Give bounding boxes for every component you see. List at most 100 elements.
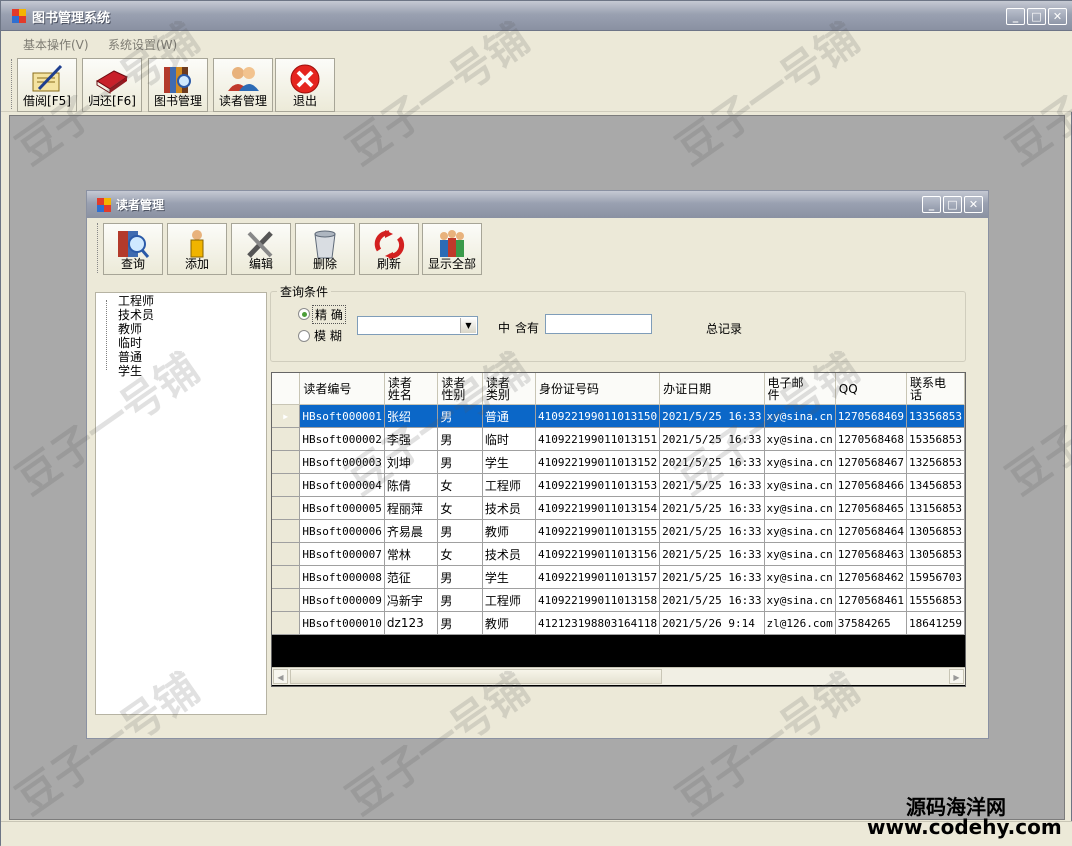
- table-cell[interactable]: 女: [437, 542, 483, 566]
- grid-column-header[interactable]: 联系电 话: [906, 373, 965, 405]
- edit-button[interactable]: 编辑: [231, 223, 291, 275]
- table-cell[interactable]: 410922199011013152: [535, 450, 661, 474]
- grid-column-header[interactable]: 读者 姓名: [384, 373, 439, 405]
- table-cell[interactable]: 13056853: [906, 519, 965, 543]
- table-row[interactable]: ▶ HBsoft000001 张绍男普通 410922199011013150 2021…: [272, 404, 965, 428]
- table-cell[interactable]: dz123: [384, 611, 439, 635]
- table-row[interactable]: HBsoft000007 常林女技术员 410922199011013156 2021…: [272, 542, 965, 566]
- row-header[interactable]: [272, 542, 301, 566]
- table-cell[interactable]: HBsoft000001: [299, 404, 385, 428]
- table-cell[interactable]: 410922199011013153: [535, 473, 661, 497]
- table-cell[interactable]: 18641259: [906, 611, 965, 635]
- table-cell[interactable]: 15956703: [906, 565, 965, 589]
- exact-radio[interactable]: [298, 308, 310, 320]
- table-cell[interactable]: 410922199011013158: [535, 588, 661, 612]
- table-cell[interactable]: 女: [437, 473, 483, 497]
- table-cell[interactable]: HBsoft000010: [299, 611, 385, 635]
- tree-item-regular[interactable]: 普通: [118, 350, 142, 364]
- table-cell[interactable]: 410922199011013154: [535, 496, 661, 520]
- row-header[interactable]: [272, 519, 301, 543]
- table-cell[interactable]: HBsoft000007: [299, 542, 385, 566]
- table-cell[interactable]: 2021/5/25 16:33: [659, 427, 765, 451]
- table-cell[interactable]: 410922199011013157: [535, 565, 661, 589]
- table-cell[interactable]: 冯新宇: [384, 588, 439, 612]
- table-cell[interactable]: 常林: [384, 542, 439, 566]
- table-cell[interactable]: 技术员: [482, 496, 536, 520]
- table-cell[interactable]: 2021/5/25 16:33: [659, 473, 765, 497]
- table-cell[interactable]: HBsoft000002: [299, 427, 385, 451]
- tree-item-technician[interactable]: 技术员: [118, 308, 154, 322]
- table-cell[interactable]: xy@sina.cn: [764, 519, 836, 543]
- table-cell[interactable]: xy@sina.cn: [764, 404, 836, 428]
- table-cell[interactable]: xy@sina.cn: [764, 427, 836, 451]
- table-cell[interactable]: 13156853: [906, 496, 965, 520]
- row-header[interactable]: [272, 473, 301, 497]
- reader-manage-button[interactable]: 读者管理: [213, 58, 273, 112]
- horizontal-scrollbar[interactable]: ◀ ▶: [272, 667, 965, 685]
- exact-radio-label[interactable]: 精 确: [312, 305, 346, 324]
- table-cell[interactable]: 男: [437, 427, 483, 451]
- table-cell[interactable]: 工程师: [482, 473, 536, 497]
- table-cell[interactable]: 范征: [384, 565, 439, 589]
- table-cell[interactable]: 学生: [482, 450, 536, 474]
- table-cell[interactable]: 程丽萍: [384, 496, 439, 520]
- show-all-button[interactable]: 显示全部: [422, 223, 482, 275]
- row-header[interactable]: ▶: [272, 404, 301, 428]
- table-cell[interactable]: 1270568466: [835, 473, 907, 497]
- table-cell[interactable]: 1270568468: [835, 427, 907, 451]
- table-cell[interactable]: 410922199011013151: [535, 427, 661, 451]
- table-cell[interactable]: 15556853: [906, 588, 965, 612]
- scroll-thumb[interactable]: [290, 669, 662, 684]
- tree-item-temporary[interactable]: 临时: [118, 336, 142, 350]
- table-row[interactable]: HBsoft000009 冯新宇男工程师 410922199011013158 202…: [272, 588, 965, 612]
- table-cell[interactable]: 13056853: [906, 542, 965, 566]
- table-cell[interactable]: 2021/5/25 16:33: [659, 565, 765, 589]
- table-cell[interactable]: 男: [437, 565, 483, 589]
- table-cell[interactable]: 410922199011013150: [535, 404, 661, 428]
- table-cell[interactable]: 陈倩: [384, 473, 439, 497]
- table-cell[interactable]: 1270568463: [835, 542, 907, 566]
- reader-data-grid[interactable]: 读者编号 读者 姓名 读者 性别 读者 类别 身份证号码 办证日期 电子邮 件 QQ 联系电 话…: [271, 372, 966, 687]
- tree-item-student[interactable]: 学生: [118, 364, 142, 378]
- row-header[interactable]: [272, 450, 301, 474]
- row-header[interactable]: [272, 565, 301, 589]
- tree-item-engineer[interactable]: 工程师: [118, 294, 154, 308]
- table-cell[interactable]: xy@sina.cn: [764, 542, 836, 566]
- table-cell[interactable]: xy@sina.cn: [764, 473, 836, 497]
- table-cell[interactable]: 1270568461: [835, 588, 907, 612]
- close-button[interactable]: ✕: [1048, 8, 1067, 25]
- fuzzy-radio[interactable]: [298, 330, 310, 342]
- table-cell[interactable]: 临时: [482, 427, 536, 451]
- child-close-button[interactable]: ✕: [964, 196, 983, 213]
- return-button[interactable]: 归还[F6]: [82, 58, 142, 112]
- field-select[interactable]: ▼: [357, 316, 478, 335]
- table-cell[interactable]: 普通: [482, 404, 536, 428]
- menu-system-settings[interactable]: 系统设置(W): [108, 36, 177, 53]
- table-cell[interactable]: HBsoft000009: [299, 588, 385, 612]
- row-header[interactable]: [272, 611, 301, 635]
- reader-type-tree[interactable]: 工程师 技术员 教师 临时 普通 学生: [95, 292, 267, 715]
- child-maximize-button[interactable]: □: [943, 196, 962, 213]
- table-cell[interactable]: zl@126.com: [764, 611, 836, 635]
- table-cell[interactable]: 技术员: [482, 542, 536, 566]
- menu-basic-ops[interactable]: 基本操作(V): [23, 36, 89, 53]
- table-cell[interactable]: 410922199011013155: [535, 519, 661, 543]
- exit-button[interactable]: 退出: [275, 58, 335, 112]
- table-cell[interactable]: 1270568467: [835, 450, 907, 474]
- table-cell[interactable]: 37584265: [835, 611, 907, 635]
- row-header[interactable]: [272, 588, 301, 612]
- table-cell[interactable]: HBsoft000006: [299, 519, 385, 543]
- table-cell[interactable]: 教师: [482, 519, 536, 543]
- table-row[interactable]: HBsoft000003 刘坤男学生 410922199011013152 2021/…: [272, 450, 965, 474]
- grid-column-header[interactable]: 读者编号: [299, 373, 385, 405]
- grid-column-header[interactable]: 身份证号码: [535, 373, 661, 405]
- child-minimize-button[interactable]: _: [922, 196, 941, 213]
- minimize-button[interactable]: _: [1006, 8, 1025, 25]
- table-cell[interactable]: 李强: [384, 427, 439, 451]
- table-cell[interactable]: xy@sina.cn: [764, 588, 836, 612]
- table-cell[interactable]: 2021/5/25 16:33: [659, 542, 765, 566]
- grid-column-header[interactable]: 读者 类别: [482, 373, 536, 405]
- query-button[interactable]: 查询: [103, 223, 163, 275]
- chevron-down-icon[interactable]: ▼: [460, 318, 476, 333]
- table-row[interactable]: HBsoft000002 李强男临时 410922199011013151 2021/…: [272, 427, 965, 451]
